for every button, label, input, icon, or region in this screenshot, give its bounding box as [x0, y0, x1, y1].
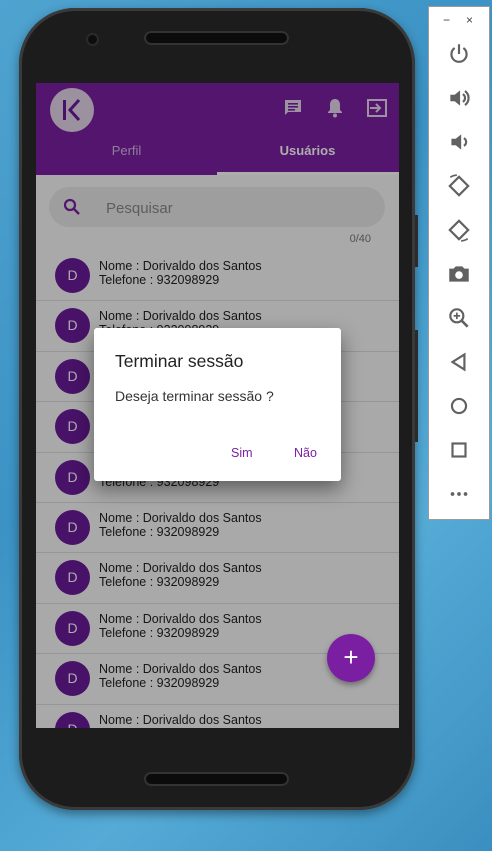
top-speaker [144, 31, 289, 45]
camera-icon[interactable] [446, 261, 472, 287]
volume-up-icon[interactable] [446, 85, 472, 111]
back-icon[interactable] [446, 349, 472, 375]
front-camera [88, 35, 97, 44]
emulator-toolbar: − × [428, 6, 490, 520]
close-button[interactable]: × [466, 13, 473, 27]
volume-down-icon[interactable] [446, 129, 472, 155]
minimize-button[interactable]: − [443, 13, 450, 27]
rotate-right-icon[interactable] [446, 217, 472, 243]
home-icon[interactable] [446, 393, 472, 419]
power-side-button [415, 215, 418, 267]
add-icon: + [343, 642, 359, 672]
logout-dialog: Terminar sessão Deseja terminar sessão ?… [94, 328, 341, 481]
overview-icon[interactable] [446, 437, 472, 463]
dialog-message: Deseja terminar sessão ? [115, 388, 274, 404]
confirm-button[interactable]: Sim [231, 446, 253, 460]
power-icon[interactable] [446, 41, 472, 67]
more-icon[interactable] [446, 481, 472, 507]
zoom-icon[interactable] [446, 305, 472, 331]
app-screen: K Perfil Usuá [36, 83, 399, 728]
cancel-button[interactable]: Não [294, 446, 317, 460]
volume-side-button [415, 330, 418, 442]
dialog-title: Terminar sessão [115, 351, 244, 371]
rotate-left-icon[interactable] [446, 173, 472, 199]
bottom-speaker [144, 772, 289, 786]
add-user-button[interactable]: + [327, 634, 375, 682]
